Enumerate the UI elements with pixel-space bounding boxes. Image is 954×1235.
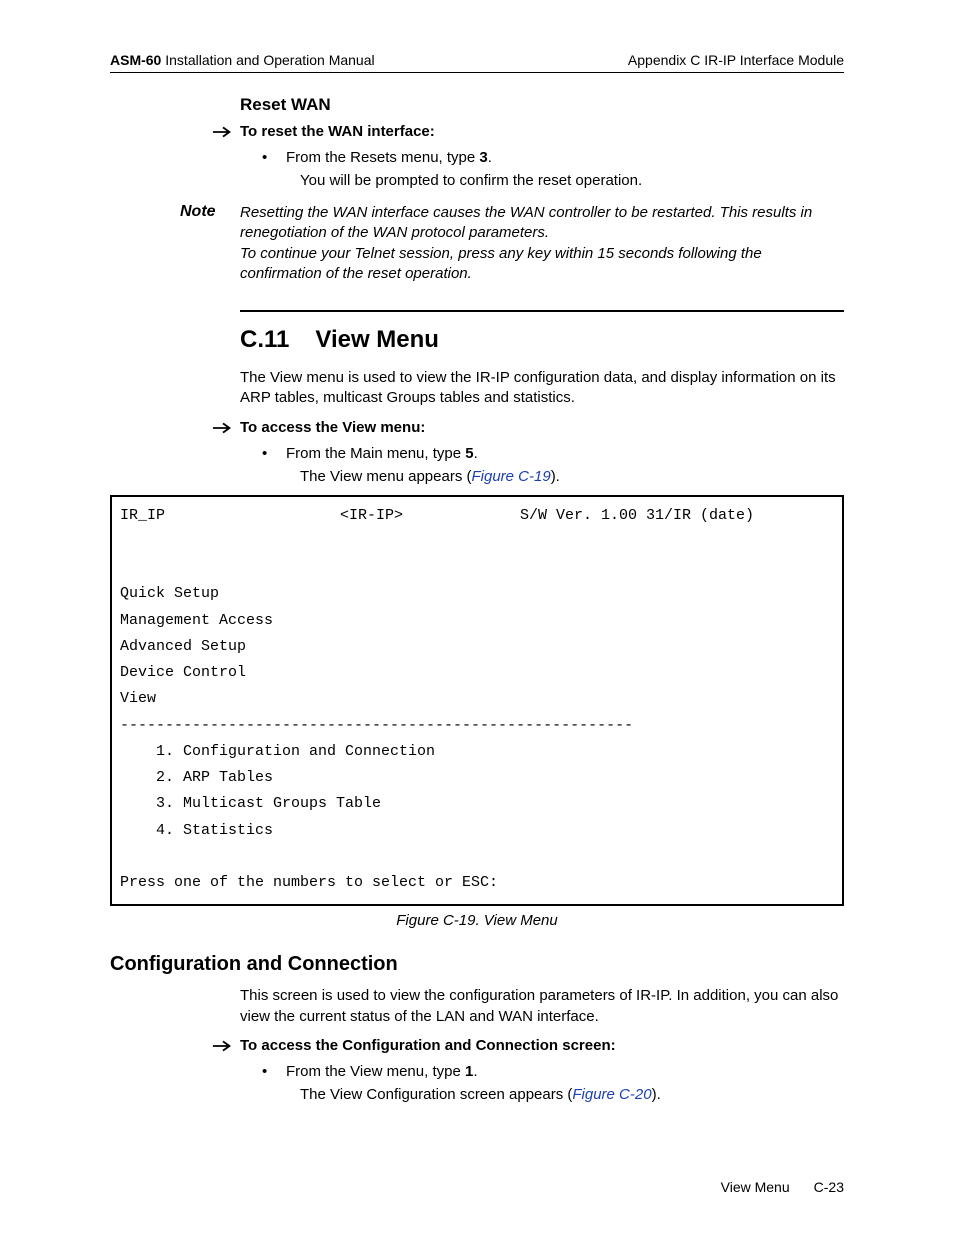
procedure-title: To access the View menu: bbox=[240, 419, 425, 436]
bullet-row: • From the Resets menu, type 3. bbox=[262, 149, 844, 166]
result-text: The View Configuration screen appears (F… bbox=[300, 1086, 844, 1103]
header-left: ASM-60 Installation and Operation Manual bbox=[110, 52, 375, 68]
procedure-row: To access the View menu: bbox=[212, 419, 844, 439]
note-label: Note bbox=[180, 203, 240, 284]
procedure-title: To access the Configuration and Connecti… bbox=[240, 1037, 616, 1054]
terminal-option: 2. ARP Tables bbox=[120, 769, 273, 786]
section-number: C.11 bbox=[240, 326, 289, 354]
footer-page: C-23 bbox=[814, 1179, 844, 1195]
terminal-option: 3. Multicast Groups Table bbox=[120, 795, 381, 812]
terminal-line: Advanced Setup bbox=[120, 638, 246, 655]
result-text: You will be prompted to confirm the rese… bbox=[300, 172, 844, 189]
result-text: The View menu appears (Figure C-19). bbox=[300, 468, 844, 485]
terminal-line: Management Access bbox=[120, 612, 273, 629]
section-rule bbox=[240, 310, 844, 312]
terminal-option: 4. Statistics bbox=[120, 822, 273, 839]
section-heading: C.11 View Menu bbox=[240, 326, 844, 354]
section-title: View Menu bbox=[315, 326, 439, 353]
terminal-prompt: Press one of the numbers to select or ES… bbox=[120, 874, 498, 891]
figure-reference-link[interactable]: Figure C-19 bbox=[471, 468, 550, 485]
step-text: From the Main menu, type 5. bbox=[286, 445, 478, 462]
figure-reference-link[interactable]: Figure C-20 bbox=[572, 1086, 651, 1103]
subsection-heading: Configuration and Connection bbox=[110, 953, 844, 976]
running-header: ASM-60 Installation and Operation Manual… bbox=[110, 52, 844, 73]
figure-caption: Figure C-19. View Menu bbox=[110, 912, 844, 929]
terminal-header: IR_IP<IR-IP>S/W Ver. 1.00 31/IR (date) bbox=[120, 503, 834, 529]
running-footer: View Menu C-23 bbox=[110, 1179, 844, 1195]
note-body: Resetting the WAN interface causes the W… bbox=[240, 203, 844, 284]
arrow-icon bbox=[212, 123, 240, 143]
bullet-icon: • bbox=[262, 1063, 286, 1080]
page: ASM-60 Installation and Operation Manual… bbox=[0, 0, 954, 1235]
header-right: Appendix C IR-IP Interface Module bbox=[628, 52, 844, 68]
step-text: From the Resets menu, type 3. bbox=[286, 149, 492, 166]
procedure-row: To access the Configuration and Connecti… bbox=[212, 1037, 844, 1057]
section-intro: The View menu is used to view the IR-IP … bbox=[240, 368, 844, 409]
bullet-icon: • bbox=[262, 445, 286, 462]
terminal-line: Device Control bbox=[120, 664, 246, 681]
note-block: Note Resetting the WAN interface causes … bbox=[180, 203, 844, 284]
arrow-icon bbox=[212, 1037, 240, 1057]
reset-wan-heading: Reset WAN bbox=[240, 95, 844, 115]
arrow-icon bbox=[212, 419, 240, 439]
bullet-row: • From the View menu, type 1. bbox=[262, 1063, 844, 1080]
subsection-intro: This screen is used to view the configur… bbox=[240, 986, 844, 1027]
bullet-row: • From the Main menu, type 5. bbox=[262, 445, 844, 462]
manual-title: Installation and Operation Manual bbox=[161, 52, 374, 68]
procedure-title: To reset the WAN interface: bbox=[240, 123, 435, 140]
terminal-line: View bbox=[120, 690, 156, 707]
reset-wan-section: Reset WAN To reset the WAN interface: • … bbox=[240, 95, 844, 1103]
terminal-option: 1. Configuration and Connection bbox=[120, 743, 435, 760]
terminal-divider: ----------------------------------------… bbox=[120, 717, 633, 734]
procedure-row: To reset the WAN interface: bbox=[212, 123, 844, 143]
footer-section: View Menu bbox=[721, 1179, 790, 1195]
terminal-line: Quick Setup bbox=[120, 585, 219, 602]
bullet-icon: • bbox=[262, 149, 286, 166]
step-text: From the View menu, type 1. bbox=[286, 1063, 477, 1080]
product-code: ASM-60 bbox=[110, 52, 161, 68]
terminal-screenshot: IR_IP<IR-IP>S/W Ver. 1.00 31/IR (date) Q… bbox=[110, 495, 844, 907]
